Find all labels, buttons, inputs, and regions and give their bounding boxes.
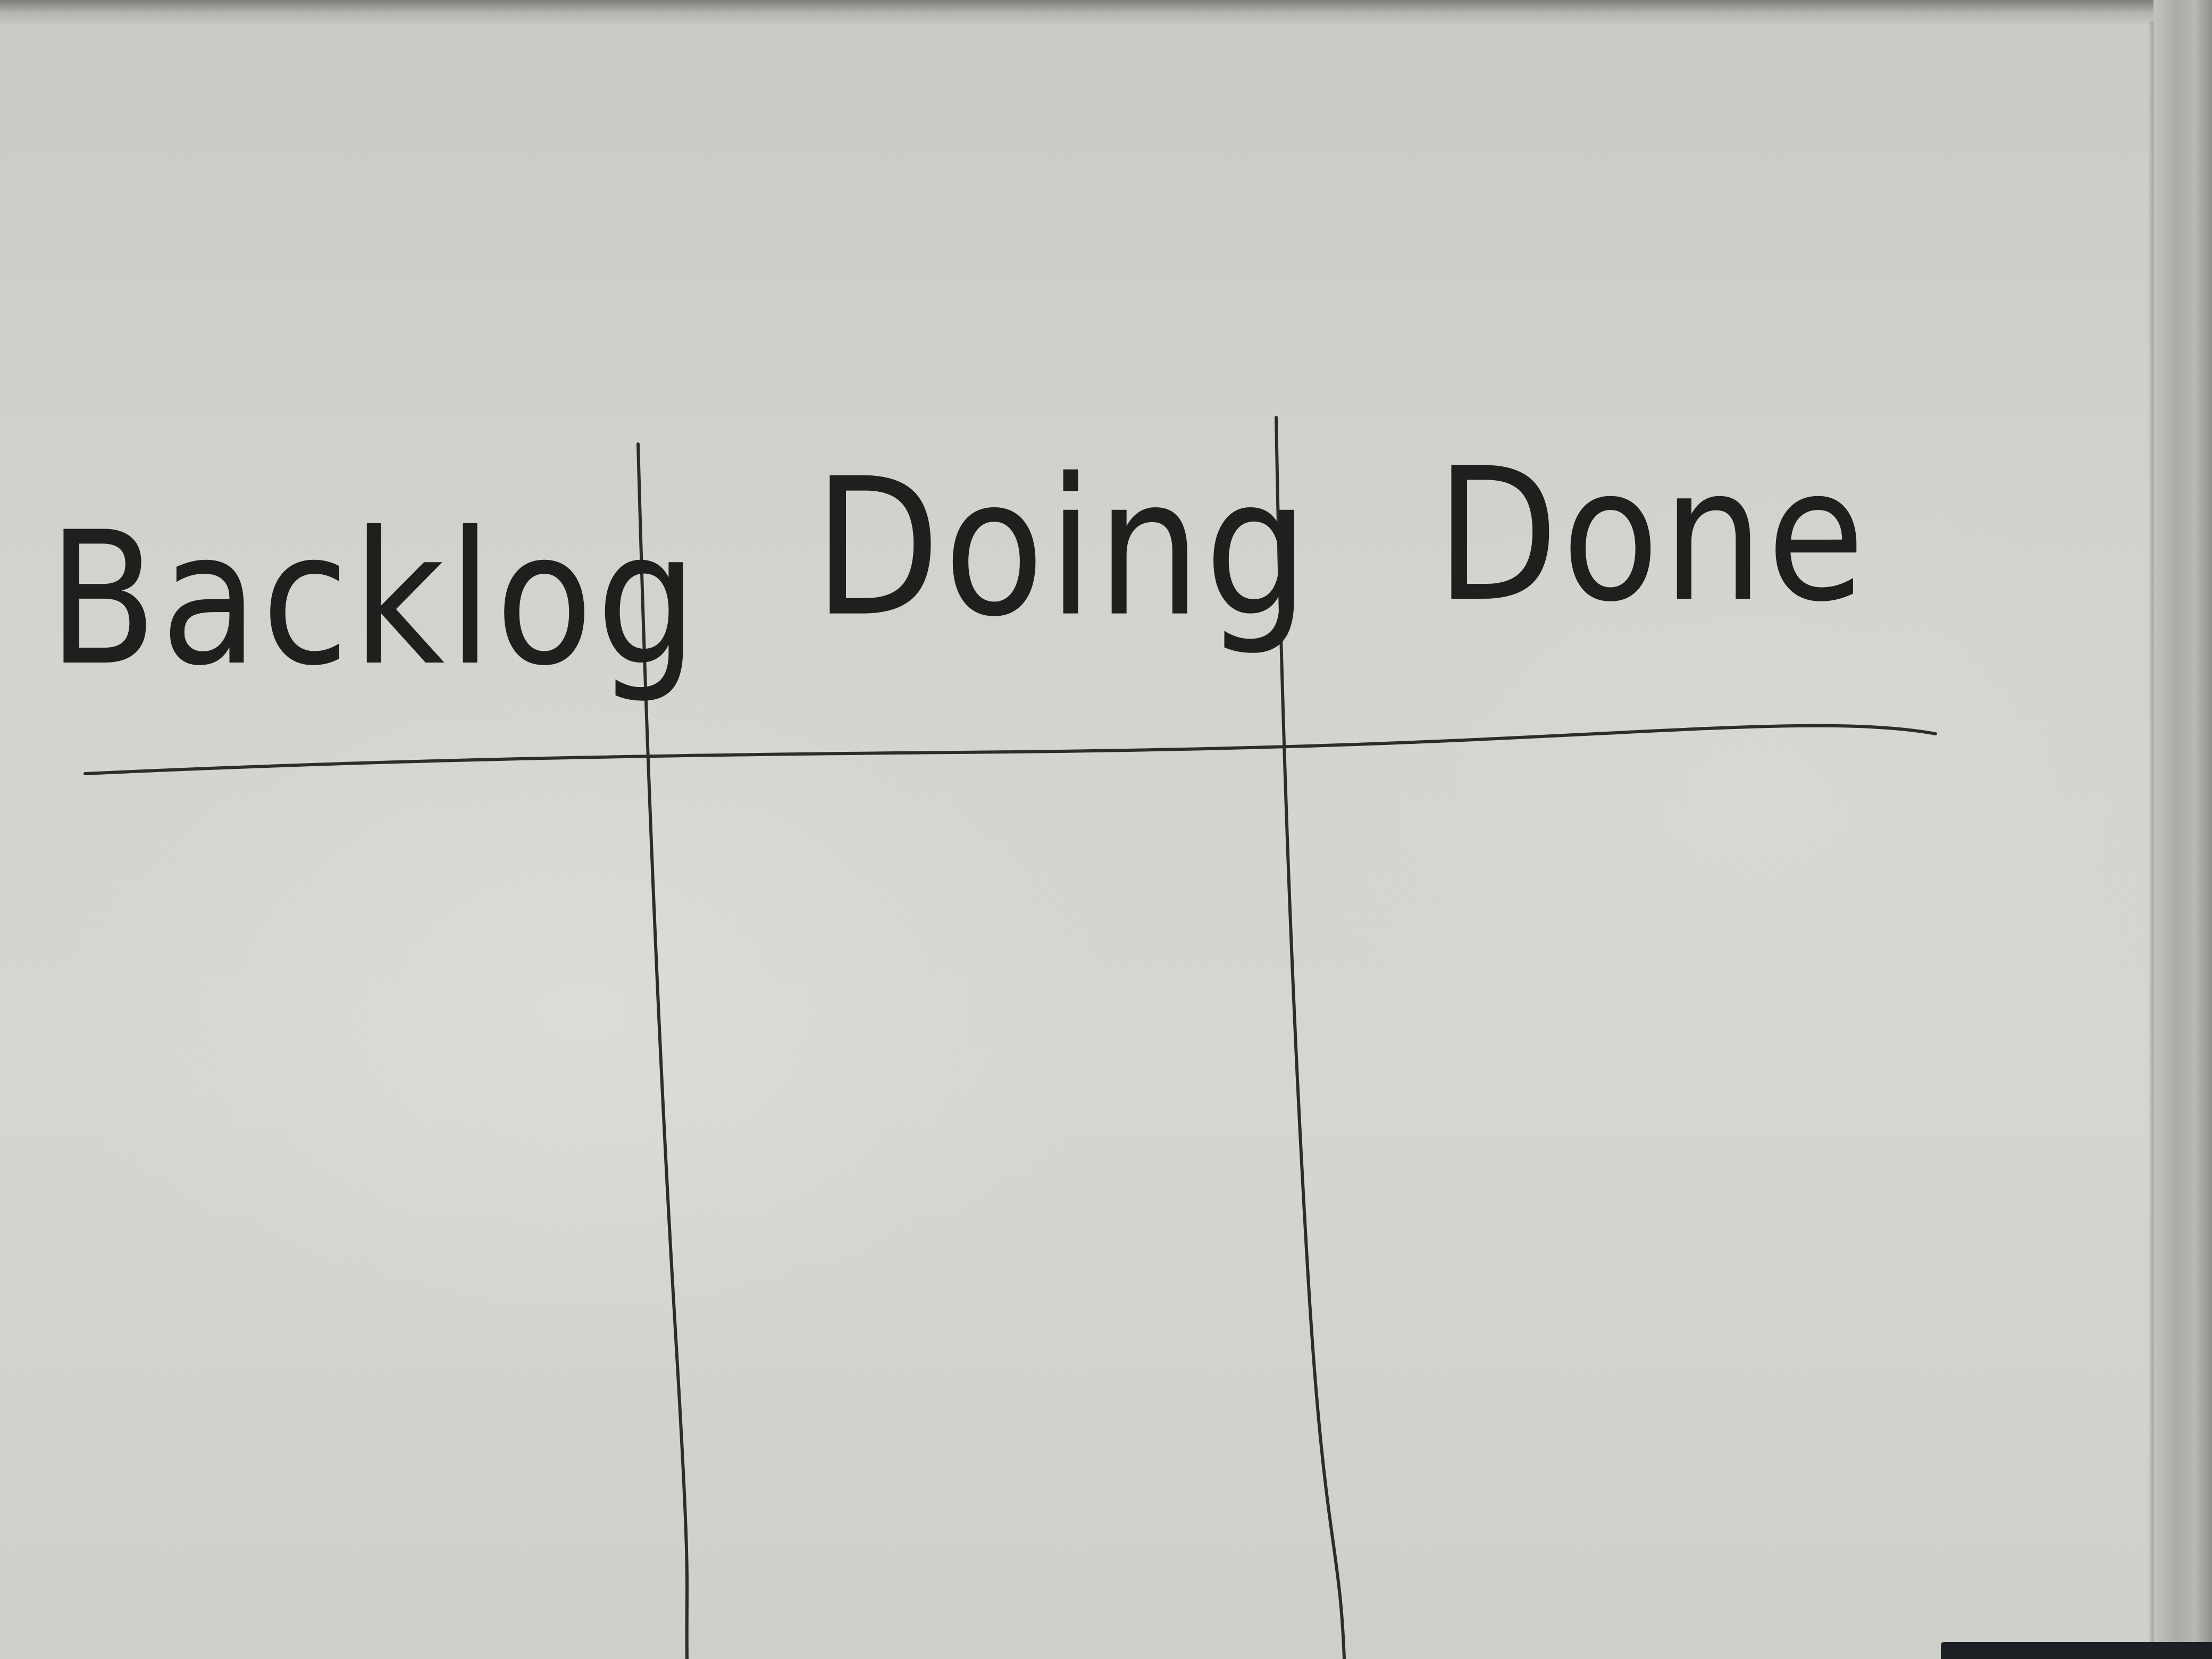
whiteboard-photo: Backlog Doing Done bbox=[0, 0, 2212, 1659]
column-title-doing: Doing bbox=[814, 438, 1312, 659]
column-title-done: Done bbox=[1436, 429, 1869, 642]
header-divider-line bbox=[83, 724, 1937, 775]
kanban-grid-lines bbox=[83, 416, 1937, 1659]
dark-object-corner bbox=[1941, 1642, 2212, 1659]
column-title-backlog: Backlog bbox=[48, 492, 701, 706]
